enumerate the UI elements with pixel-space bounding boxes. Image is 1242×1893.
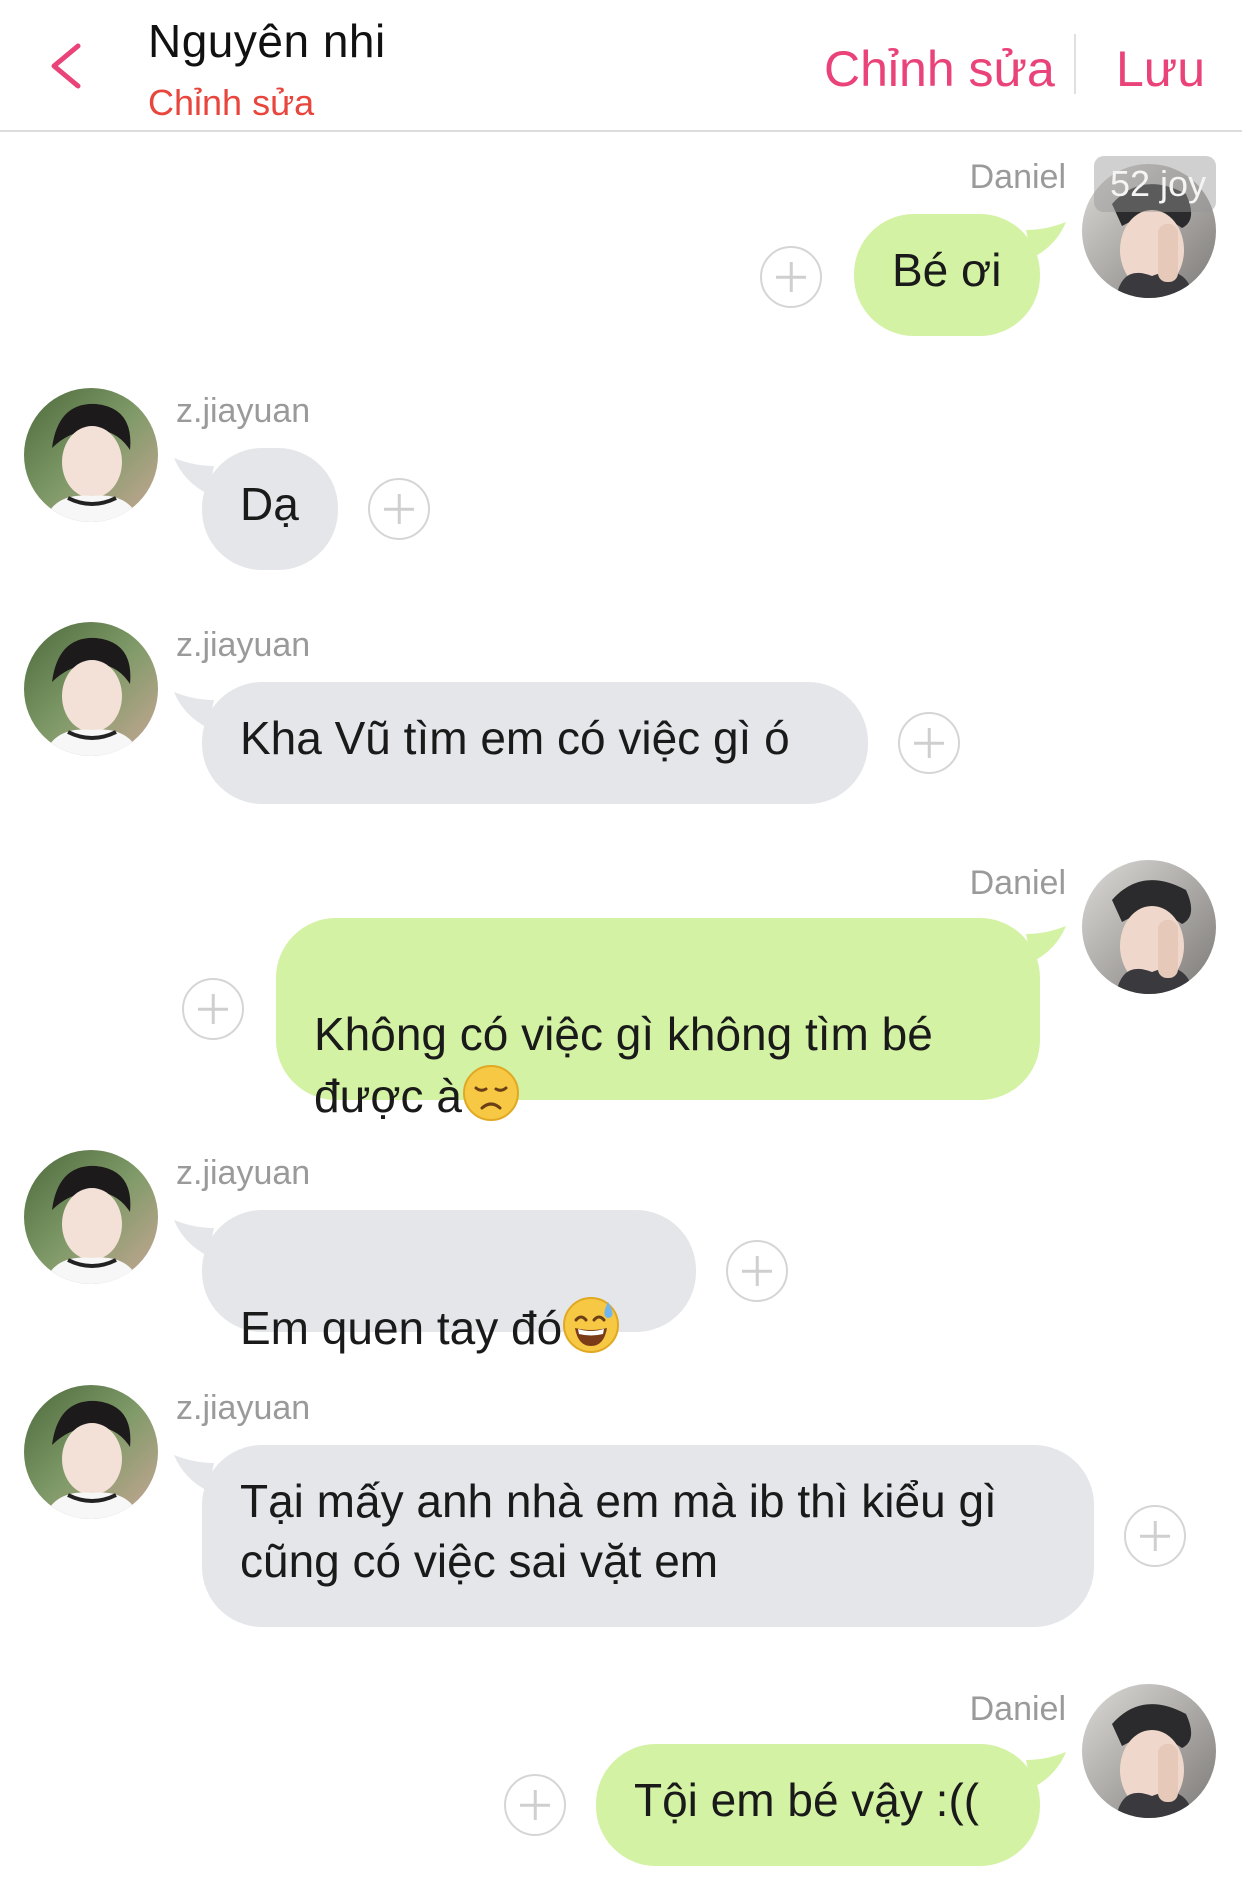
- avatar[interactable]: [24, 388, 158, 522]
- message-bubble[interactable]: Tội em bé vậy :((: [596, 1744, 1040, 1866]
- avatar[interactable]: [1082, 860, 1216, 994]
- disappointed-face-icon: [462, 1065, 519, 1121]
- watermark: 52 joy: [1094, 156, 1216, 212]
- message-bubble[interactable]: Kha Vũ tìm em có việc gì ó: [202, 682, 868, 804]
- add-reaction-button[interactable]: [726, 1240, 788, 1302]
- avatar[interactable]: [24, 622, 158, 756]
- back-button[interactable]: [44, 40, 88, 92]
- sender-name: z.jiayuan: [176, 392, 311, 430]
- sender-name: Daniel: [969, 158, 1066, 196]
- message-incoming: z.jiayuan Tại mấy anh nhà em mà ib thì k…: [0, 1385, 1242, 1635]
- bubble-tail: [1026, 1752, 1066, 1788]
- edit-button[interactable]: Chỉnh sửa: [824, 40, 1055, 98]
- bubble-tail: [174, 1220, 214, 1256]
- add-reaction-button[interactable]: [1124, 1505, 1186, 1567]
- message-bubble[interactable]: Bé ơi: [854, 214, 1040, 336]
- sender-name: Daniel: [969, 1690, 1066, 1728]
- message-bubble[interactable]: Không có việc gì không tìm bé được à: [276, 918, 1040, 1122]
- bubble-tail: [174, 458, 214, 494]
- message-text: Em quen tay đó: [240, 1302, 563, 1354]
- bubble-tail: [174, 1455, 214, 1491]
- add-reaction-button[interactable]: [898, 712, 960, 774]
- sender-name: z.jiayuan: [176, 1389, 311, 1427]
- avatar[interactable]: [1082, 1684, 1216, 1818]
- chat-title: Nguyên nhi: [148, 15, 386, 67]
- message-bubble[interactable]: Tại mấy anh nhà em mà ib thì kiểu gì cũn…: [202, 1445, 1094, 1627]
- message-outgoing: Daniel Không có việc gì không tìm bé đượ…: [0, 856, 1242, 1122]
- avatar[interactable]: [24, 1385, 158, 1519]
- chat-header: Nguyên nhi Chỉnh sửa Chỉnh sửa Lưu: [0, 0, 1242, 132]
- message-incoming: z.jiayuan Dạ: [0, 388, 1242, 578]
- message-bubble[interactable]: Em quen tay đó: [202, 1210, 696, 1354]
- chevron-left-icon: [51, 43, 81, 89]
- add-reaction-button[interactable]: [182, 978, 244, 1040]
- sender-name: z.jiayuan: [176, 626, 311, 664]
- message-bubble[interactable]: Dạ: [202, 448, 338, 570]
- grinning-face-with-sweat-icon: [563, 1297, 620, 1353]
- save-button[interactable]: Lưu: [1116, 40, 1205, 98]
- sender-name: Daniel: [969, 864, 1066, 902]
- avatar[interactable]: [24, 1150, 158, 1284]
- message-text: Không có việc gì không tìm bé được à: [314, 1008, 933, 1122]
- sender-name: z.jiayuan: [176, 1154, 311, 1192]
- message-incoming: z.jiayuan Kha Vũ tìm em có việc gì ó: [0, 622, 1242, 812]
- add-reaction-button[interactable]: [368, 478, 430, 540]
- bubble-tail: [174, 692, 214, 728]
- bubble-tail: [1026, 222, 1066, 258]
- message-outgoing: Daniel Tội em bé vậy :((: [0, 1682, 1242, 1882]
- bubble-tail: [1026, 926, 1066, 962]
- header-divider: [1074, 34, 1076, 94]
- add-reaction-button[interactable]: [504, 1774, 566, 1836]
- message-outgoing: Daniel 52 joy Bé ơi: [0, 150, 1242, 340]
- add-reaction-button[interactable]: [760, 246, 822, 308]
- message-incoming: z.jiayuan Em quen tay đó: [0, 1150, 1242, 1354]
- chat-subtitle[interactable]: Chỉnh sửa: [148, 82, 314, 124]
